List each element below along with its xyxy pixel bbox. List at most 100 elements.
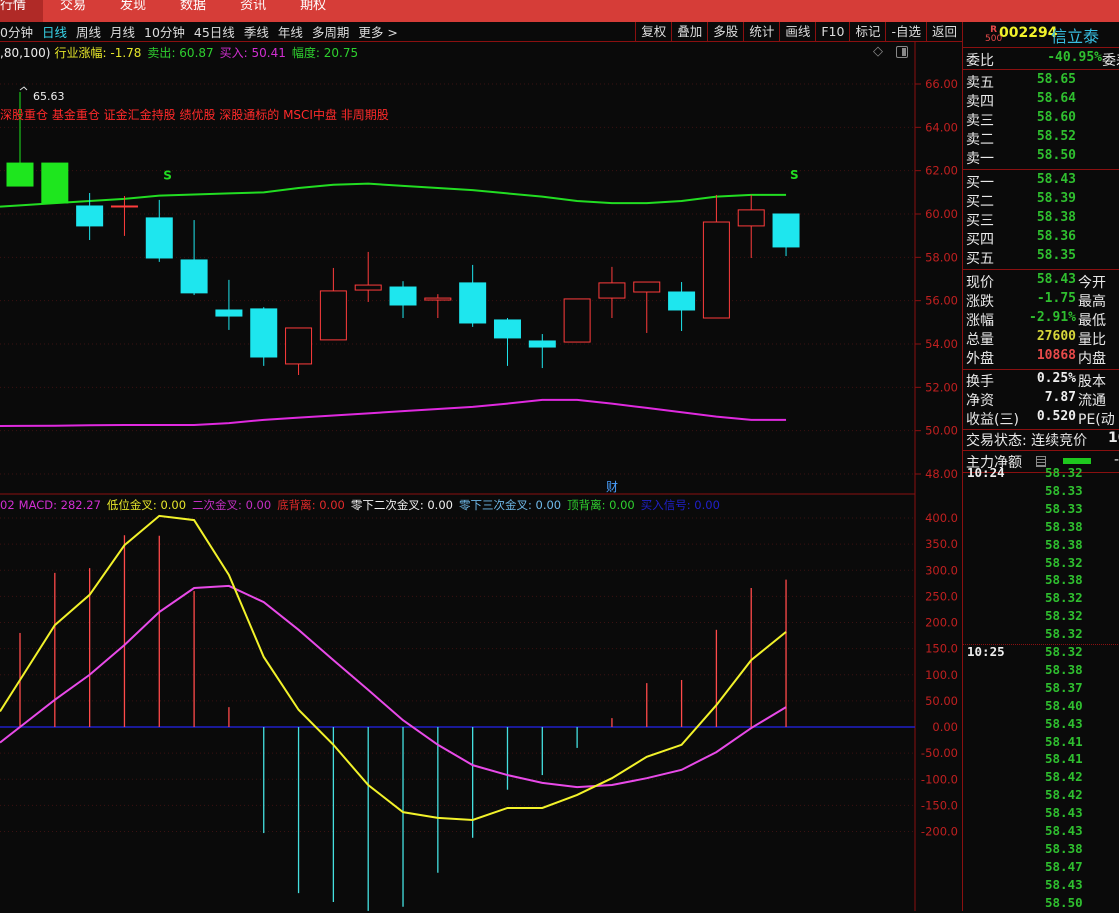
ask-row: 卖二 58.52 [966,129,1119,148]
period-tab[interactable]: 45日线 [194,22,235,41]
candle[interactable] [389,281,417,319]
row-label: 买三 [966,213,994,229]
panel-toggle-icon[interactable] [896,46,908,58]
period-tab[interactable]: 0分钟 [0,22,33,41]
candle[interactable] [459,264,487,327]
stat-row: 涨幅 -2.91% 最低 [966,310,1119,329]
price-tick-label: 54.00 [925,337,958,351]
tool-button[interactable]: 画线 [779,22,815,42]
candle-body [528,340,556,348]
candle[interactable] [215,279,243,330]
mainflow-bar [1063,458,1091,464]
diamond-icon[interactable]: ◇ [873,44,883,59]
tool-button[interactable]: F10 [815,22,849,42]
top-menu-bar: 行情 交易 发现 数据 资讯 期权 [0,0,1119,22]
divider [963,450,1119,451]
menu-item[interactable]: 数据 [163,0,223,22]
macd-value: 0.00 [609,498,635,512]
candle[interactable] [319,267,347,341]
period-tab[interactable]: 月线 [110,22,135,41]
price-tick-label: 58.00 [925,250,958,264]
candle-body [215,309,243,317]
row-value: 27600 [1036,329,1076,344]
tool-button[interactable]: 多股 [707,22,743,42]
row-label: 卖一 [966,151,994,167]
candle[interactable] [598,266,626,319]
candle-body [737,209,765,227]
upper-band-line [0,182,787,208]
candle[interactable] [737,194,765,258]
row-extra: 最低 [1078,313,1106,329]
candle[interactable] [668,282,696,332]
row-label: 外盘 [966,351,994,367]
candle[interactable] [528,334,556,369]
tool-button[interactable]: 复权 [635,22,671,42]
menu-item[interactable]: 期权 [283,0,343,22]
period-tab[interactable]: 年线 [278,22,303,41]
macd-label: 零下二次金叉 [350,498,420,512]
tick-price: 58.32 [1045,590,1083,606]
macd-label: MACD [18,498,54,512]
candle[interactable] [702,194,730,319]
finance-row: 净资 7.87 流通 [966,390,1119,409]
period-tab[interactable]: 季线 [244,22,269,41]
candle[interactable] [424,294,452,319]
period-tab[interactable]: 多周期 [312,22,350,41]
tick-time: 10:24 [967,465,1005,480]
candle[interactable] [110,196,138,236]
candle[interactable] [250,307,278,366]
row-value: -2.91% [1029,310,1076,325]
macd-tick-label: 400.0 [925,511,958,525]
macd-tick-label: 100.0 [925,668,958,682]
candle[interactable] [285,327,313,375]
menu-item[interactable]: 交易 [43,0,103,22]
tick-price: 58.43 [1045,805,1083,821]
candle-body [110,205,138,208]
candle-body [285,327,313,365]
menu-item[interactable]: 资讯 [223,0,283,22]
candle[interactable] [563,298,591,343]
candle-body [702,221,730,319]
candle[interactable] [772,213,800,257]
period-tab[interactable]: 10分钟 [144,22,185,41]
period-tab[interactable]: 日线 [42,22,67,41]
macd-label: 底背离 [277,498,312,512]
period-tab[interactable]: 更多 > [358,22,397,41]
candle[interactable] [41,162,69,204]
chart-canvas[interactable]: 66.00 64.00 62.00 60.00 58.00 56.00 54.00 52.00… [0,0,962,911]
candle-body [389,286,417,306]
tick-row: 58.33 [966,501,1116,519]
candle-body [41,162,69,204]
stock-name: 信立泰 [1051,27,1100,46]
period-tab[interactable]: 周线 [76,22,101,41]
quote-panel: R500 002294 信立泰 委比-40.95%委差 卖五58.65卖四58.… [962,22,1119,911]
candle-body [250,308,278,358]
tool-button[interactable]: 返回 [925,22,962,42]
tick-price: 58.42 [1045,769,1083,785]
price-tick-label: 66.00 [925,77,958,91]
candle[interactable] [354,251,382,302]
tick-row: 58.38 [966,537,1116,555]
candle[interactable] [493,318,521,366]
menu-item[interactable]: 发现 [103,0,163,22]
tick-row: 58.32 [966,626,1116,644]
tool-button[interactable]: 叠加 [671,22,707,42]
tool-button[interactable]: 统计 [743,22,779,42]
ask-row: 卖一 58.50 [966,148,1119,167]
macd-label: 二次金叉 [192,498,239,512]
tick-price: 58.37 [1045,679,1083,695]
menu-item[interactable]: 行情 [0,0,44,22]
trade-status-extra: 10 [1108,430,1119,446]
tool-button[interactable]: 标记 [849,22,885,42]
row-value: 0.25% [1036,371,1076,386]
macd-tick-label: -100.0 [921,772,958,786]
candle-body [668,291,696,311]
finance-marker[interactable]: 财 [606,480,618,494]
row-label: 买一 [966,175,994,191]
tick-price: 58.33 [1045,482,1083,498]
tool-button[interactable]: -自选 [885,22,926,42]
price-tick-label: 52.00 [925,380,958,394]
row-value: 58.35 [1036,248,1076,263]
candle[interactable] [145,199,173,262]
candle[interactable] [633,281,661,333]
